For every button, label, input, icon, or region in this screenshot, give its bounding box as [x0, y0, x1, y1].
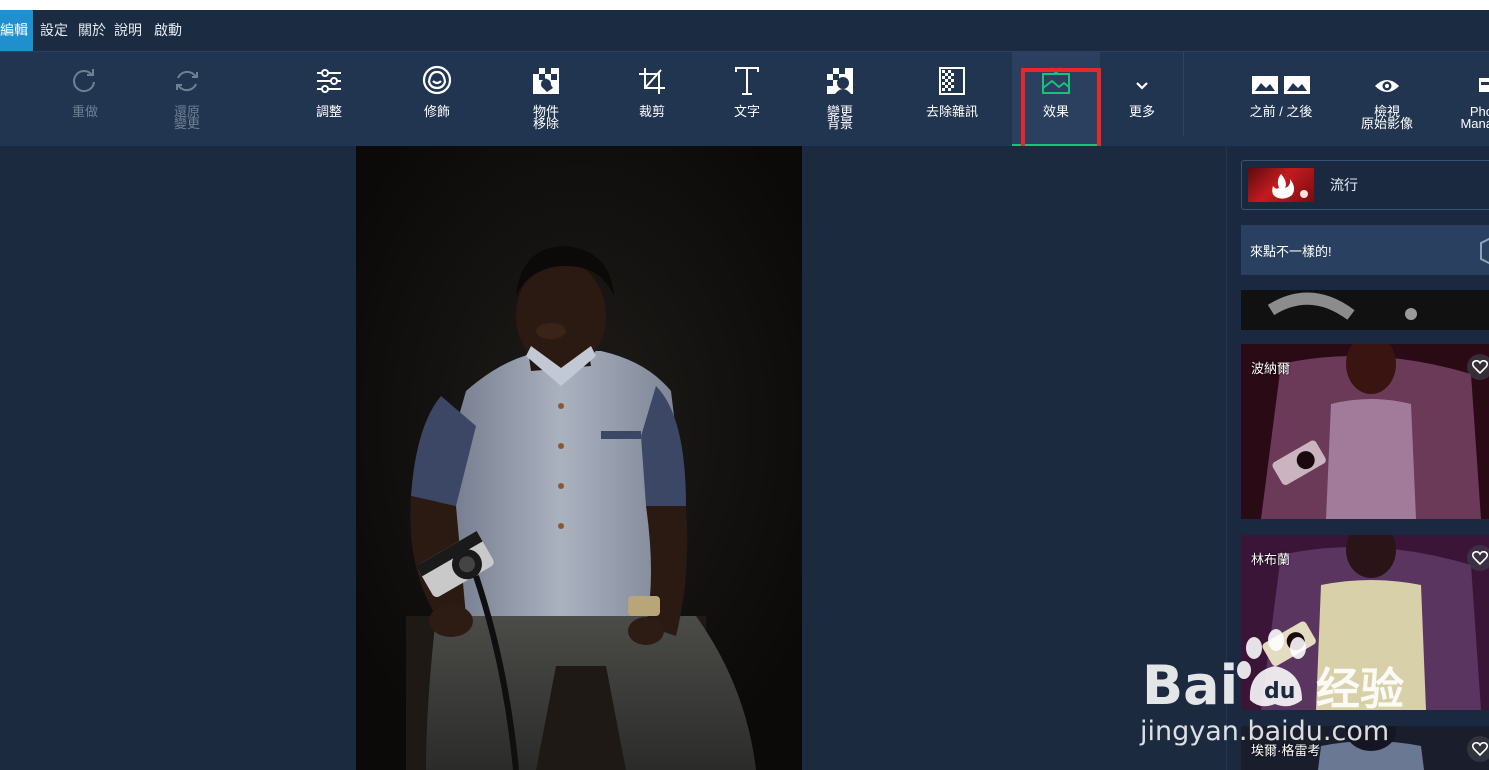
text-label: 文字	[733, 104, 760, 119]
crop-button[interactable]: 裁剪	[608, 52, 696, 147]
effect-thumbnail	[1241, 290, 1489, 330]
object-removal-icon	[531, 52, 561, 102]
text-button[interactable]: 文字	[703, 52, 791, 147]
svg-text:Bai: Bai	[1142, 654, 1238, 715]
effect-name: 波納爾	[1251, 361, 1291, 376]
heart-icon[interactable]	[1467, 736, 1489, 762]
category-dropdown[interactable]: 流行	[1241, 160, 1489, 210]
restore-changes-button[interactable]: 還原 變更	[143, 52, 231, 147]
background-icon	[825, 52, 855, 102]
box-icon	[1480, 237, 1489, 265]
photo-manager-label: Pho Mana	[1460, 104, 1489, 131]
before-after-button[interactable]: 之前 / 之後	[1233, 52, 1329, 147]
view-original-button[interactable]: 檢視 原始影像	[1343, 52, 1431, 147]
heart-icon[interactable]	[1467, 354, 1489, 380]
menu-settings[interactable]: 設定	[36, 10, 76, 51]
redo-label: 重做	[71, 104, 98, 119]
effect-card-partial[interactable]	[1241, 290, 1489, 330]
restore-label: 還原 變更	[173, 104, 200, 131]
more-label: 更多	[1128, 104, 1155, 119]
redo-button[interactable]: 重做	[41, 52, 129, 147]
svg-text:经验: 经验	[1316, 664, 1404, 715]
toolbar: 重做 還原 變更 調整 修飾 物件 移除 裁剪 文字 變更 背景 去除雜訊 效果…	[0, 51, 1489, 147]
promo-text: 來點不一樣的!	[1250, 243, 1332, 259]
toolbar-divider	[1183, 52, 1184, 136]
menu-bar: 編輯 設定 關於 說明 啟動	[0, 10, 1489, 51]
app-window: 編輯 設定 關於 說明 啟動 重做 還原 變更 調整 修飾 物件 移除 裁剪 文…	[0, 10, 1489, 770]
effect-card[interactable]: 波納爾	[1241, 344, 1489, 519]
before-after-icon	[1251, 52, 1311, 102]
before-after-label: 之前 / 之後	[1249, 104, 1313, 119]
retouch-label: 修飾	[423, 104, 450, 119]
heart-icon[interactable]	[1467, 545, 1489, 571]
photo-manager-button[interactable]: Pho Mana	[1437, 52, 1489, 147]
baidu-logo: Bai du 经验	[1142, 629, 1404, 717]
photo-canvas[interactable]	[356, 146, 802, 770]
change-background-button[interactable]: 變更 背景	[796, 52, 884, 147]
menu-activate[interactable]: 啟動	[148, 10, 190, 51]
menu-about[interactable]: 關於	[76, 10, 112, 51]
retouch-button[interactable]: 修飾	[393, 52, 481, 147]
promo-banner[interactable]: 來點不一樣的!	[1241, 225, 1489, 275]
eye-icon	[1374, 52, 1400, 102]
denoise-icon	[938, 52, 966, 102]
object-removal-button[interactable]: 物件 移除	[502, 52, 590, 147]
category-label: 流行	[1330, 177, 1358, 193]
denoise-label: 去除雜訊	[925, 104, 978, 119]
crop-label: 裁剪	[638, 104, 665, 119]
effect-name: 埃爾·格雷考	[1251, 743, 1321, 758]
more-button[interactable]: 更多	[1098, 52, 1186, 147]
face-retouch-icon	[421, 52, 453, 102]
denoise-button[interactable]: 去除雜訊	[908, 52, 996, 147]
crop-icon	[637, 52, 667, 102]
canvas-area	[0, 146, 1226, 770]
sliders-icon	[314, 52, 344, 102]
text-icon	[732, 52, 762, 102]
baidu-watermark: Bai du 经验 jingyan.baidu.com	[1140, 620, 1440, 750]
menu-edit[interactable]: 編輯	[0, 10, 33, 51]
redo-icon	[70, 52, 100, 102]
photo-manager-icon	[1441, 52, 1489, 102]
effect-name: 林布蘭	[1251, 552, 1291, 567]
object-removal-label: 物件 移除	[532, 104, 559, 131]
adjust-label: 調整	[315, 104, 342, 119]
highlight-annotation	[1021, 68, 1101, 152]
chevron-down-icon	[1132, 52, 1152, 102]
change-background-label: 變更 背景	[826, 104, 853, 131]
adjust-button[interactable]: 調整	[285, 52, 373, 147]
svg-text:du: du	[1264, 679, 1295, 704]
portrait-photo	[356, 146, 802, 770]
fire-icon	[1248, 168, 1314, 202]
view-original-label: 檢視 原始影像	[1360, 104, 1413, 131]
restore-icon	[172, 52, 202, 102]
menu-help[interactable]: 說明	[112, 10, 148, 51]
